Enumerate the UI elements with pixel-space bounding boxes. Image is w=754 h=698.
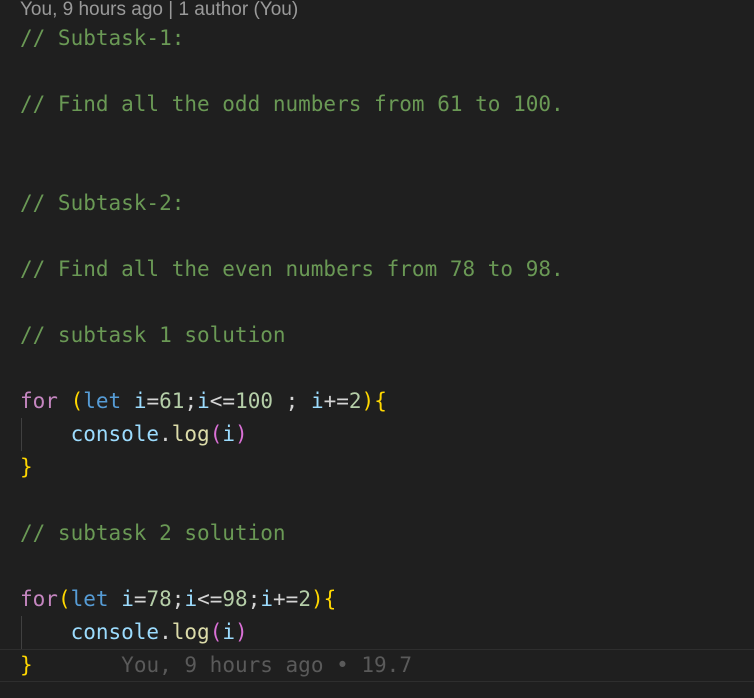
operator: =: [133, 587, 147, 611]
operator: =: [146, 389, 160, 413]
paren-open: (: [209, 620, 223, 644]
brace-close: }: [20, 455, 33, 479]
comment: // subtask 2 solution: [20, 521, 286, 545]
indent-guide: [21, 418, 22, 451]
comment: // Subtask-1:: [20, 26, 185, 50]
operator: <=: [209, 389, 236, 413]
semicolon: ;: [171, 587, 185, 611]
variable: i: [260, 587, 274, 611]
keyword-let: let: [83, 389, 122, 413]
operator: +=: [323, 389, 349, 413]
keyword-for: for: [20, 389, 58, 413]
code-line-console-log-1: console.log(i): [0, 418, 754, 451]
code-area[interactable]: // Subtask-1: // Find all the odd number…: [0, 22, 754, 682]
number: 2: [298, 587, 311, 611]
git-blame-annotation: You, 9 hours ago • 19.7: [121, 653, 412, 677]
paren-close: ): [235, 422, 248, 446]
code-line-for-loop-2: for(let i=78;i<=98;i+=2){: [0, 583, 754, 616]
code-editor[interactable]: You, 9 hours ago | 1 author (You) // Sub…: [0, 0, 754, 698]
variable: i: [121, 587, 134, 611]
semicolon: ;: [273, 389, 311, 413]
variable: i: [184, 587, 198, 611]
dot: .: [159, 422, 172, 446]
semicolon: ;: [184, 389, 198, 413]
code-line-console-log-2: console.log(i): [0, 616, 754, 649]
git-codelens[interactable]: You, 9 hours ago | 1 author (You): [20, 0, 298, 22]
method-log: log: [171, 620, 210, 644]
object-console: console: [70, 620, 160, 644]
comment: // subtask 1 solution: [20, 323, 286, 347]
code-line: // subtask 1 solution: [0, 319, 754, 352]
variable: i: [310, 389, 324, 413]
keyword-let: let: [70, 587, 109, 611]
brace-open: {: [323, 587, 337, 611]
paren-open: (: [70, 389, 84, 413]
paren-open: (: [209, 422, 223, 446]
number: 2: [348, 389, 362, 413]
brace-close: }: [20, 653, 33, 677]
code-line: // Find all the even numbers from 78 to …: [0, 253, 754, 286]
variable: i: [222, 620, 235, 644]
method-log: log: [171, 422, 210, 446]
variable: i: [197, 389, 210, 413]
code-line: }: [0, 451, 754, 484]
code-line: // Subtask-1:: [0, 22, 754, 55]
comment: // Find all the even numbers from 78 to …: [20, 257, 564, 281]
number: 100: [235, 389, 273, 413]
code-line: // Subtask-2:: [0, 187, 754, 220]
object-console: console: [70, 422, 160, 446]
variable: i: [133, 389, 147, 413]
code-line: // Find all the odd numbers from 61 to 1…: [0, 88, 754, 121]
variable: i: [222, 422, 235, 446]
keyword-for: for: [20, 587, 58, 611]
number: 78: [146, 587, 172, 611]
brace-open: {: [374, 389, 387, 413]
paren-open: (: [57, 587, 71, 611]
dot: .: [159, 620, 172, 644]
number: 98: [222, 587, 248, 611]
semicolon: ;: [247, 587, 261, 611]
paren-close: ): [235, 620, 248, 644]
comment: // Find all the odd numbers from 61 to 1…: [20, 92, 564, 116]
comment: // Subtask-2:: [20, 191, 185, 215]
operator: <=: [197, 587, 223, 611]
indent-guide: [21, 616, 22, 649]
paren-close: ): [361, 389, 375, 413]
number: 61: [159, 389, 185, 413]
code-line: // subtask 2 solution: [0, 517, 754, 550]
code-line-current[interactable]: } You, 9 hours ago • 19.7: [0, 649, 754, 682]
paren-close: ): [310, 587, 324, 611]
operator: +=: [273, 587, 299, 611]
code-line-for-loop-1: for (let i=61;i<=100 ; i+=2){: [0, 385, 754, 418]
